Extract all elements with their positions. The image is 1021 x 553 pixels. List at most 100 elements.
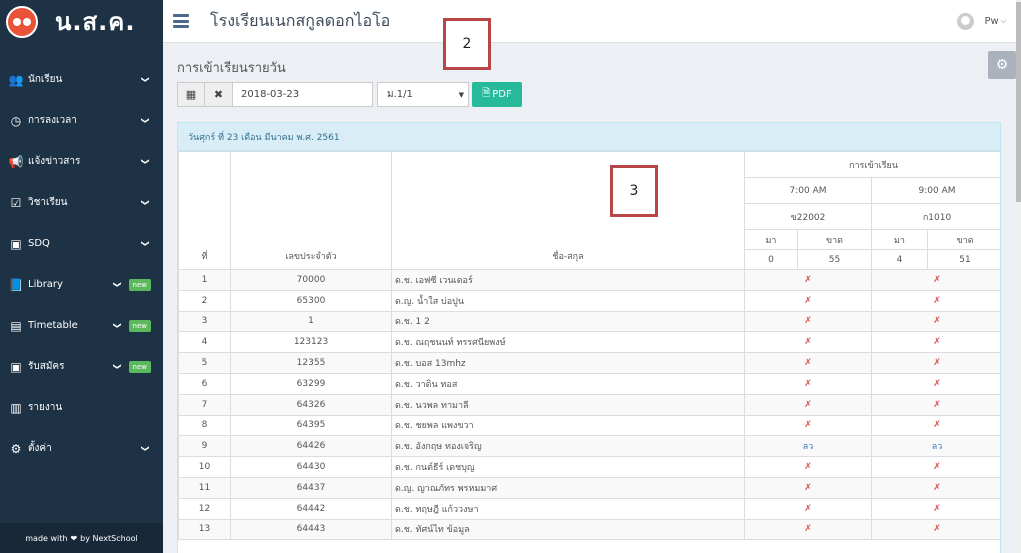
class-select[interactable]: ม.1/1 ▼ — [377, 82, 469, 107]
chevron-down-icon: ❯ — [141, 240, 151, 247]
sidebar-item-bar-chart[interactable]: ▥ รายงาน — [0, 387, 163, 428]
sidebar: น.ส.ค. 👥 นักเรียน ❯ ◷ การลงเวลา ❯ 📢 แจ้งข่าวสาร… — [0, 0, 163, 553]
chevron-down-icon: ❯ — [141, 199, 151, 206]
row-session-mark[interactable]: ✗ — [744, 269, 872, 291]
attendance-panel: วันศุกร์ ที่ 23 เดือน มีนาคม พ.ศ. 2561 ท… — [177, 122, 1001, 553]
row-session-mark[interactable]: ✗ — [744, 456, 872, 478]
timetable-icon: ▤ — [10, 318, 22, 333]
row-no: 9 — [178, 435, 231, 458]
row-student-name: ด.ช. วาดิน ทอส — [391, 372, 745, 395]
row-student-id: 64442 — [230, 497, 392, 520]
row-session-mark[interactable]: ✗ — [870, 497, 1000, 520]
row-no: 3 — [178, 310, 231, 333]
table-row: 12 64442 ด.ช. ทฤษฎี แก้ววงษา ✗ ✗ — [178, 497, 1000, 520]
row-no: 8 — [178, 414, 231, 437]
row-student-id: 64430 — [230, 456, 392, 478]
panel-heading: วันศุกร์ ที่ 23 เดือน มีนาคม พ.ศ. 2561 — [178, 123, 1000, 151]
sidebar-item-book[interactable]: 📘 Library ❯ new — [0, 264, 163, 305]
brand[interactable]: น.ส.ค. — [0, 0, 163, 43]
row-student-name: ด.ช. ทฤษฎี แก้ววงษา — [391, 497, 745, 520]
chevron-down-icon: ❯ — [141, 117, 151, 124]
gears-icon: ⚙ — [10, 441, 22, 456]
row-student-name: ด.ช. ณฤชนนท์ ทรรศนียพงษ์ — [391, 331, 745, 354]
sidebar-item-register[interactable]: ▣ รับสมัคร ❯ new — [0, 346, 163, 387]
row-session-mark[interactable]: ✗ — [744, 372, 872, 395]
user-menu[interactable]: Pw ⌵ — [957, 12, 1006, 30]
row-no: 6 — [178, 372, 231, 395]
row-session-mark[interactable]: ✗ — [870, 518, 1000, 541]
row-no: 7 — [178, 393, 231, 416]
present-count: 4 — [871, 249, 928, 270]
file-pdf-icon: 🗎 — [482, 88, 491, 99]
sidebar-item-label: รายงาน — [28, 402, 63, 413]
row-session-mark[interactable]: ✗ — [744, 414, 872, 437]
sidebar-item-users[interactable]: 👥 นักเรียน ❯ — [0, 59, 163, 100]
row-session-mark[interactable]: ✗ — [870, 289, 1000, 312]
table-row: 7 64326 ด.ช. นวพล ทามาลี ✗ ✗ — [178, 393, 1000, 416]
sidebar-item-bullhorn[interactable]: 📢 แจ้งข่าวสาร ❯ — [0, 141, 163, 182]
calendar-icon: ▦ — [185, 88, 197, 101]
row-no: 10 — [178, 456, 231, 478]
row-session-mark[interactable]: ✗ — [870, 269, 1000, 291]
row-student-id: 64395 — [230, 414, 392, 437]
row-no: 2 — [178, 289, 231, 312]
gear-icon: ⚙ — [995, 57, 1009, 73]
row-session-mark[interactable]: ลว — [744, 435, 872, 458]
new-badge: new — [128, 278, 151, 291]
pdf-button[interactable]: 🗎 PDF — [472, 82, 522, 107]
row-student-id: 1 — [230, 310, 392, 333]
row-student-name: ด.ช. นวพล ทามาลี — [391, 393, 745, 416]
footer-credit: by NextSchool — [80, 533, 138, 543]
row-session-mark[interactable]: ✗ — [744, 497, 872, 520]
row-session-mark[interactable]: ✗ — [744, 476, 872, 499]
row-session-mark[interactable]: ✗ — [870, 372, 1000, 395]
users-icon: 👥 — [8, 72, 24, 87]
row-session-mark[interactable]: ✗ — [744, 289, 872, 312]
row-session-mark[interactable]: ✗ — [744, 331, 872, 354]
row-no: 13 — [178, 518, 231, 541]
absent-label: ขาด — [797, 229, 872, 250]
row-no: 5 — [178, 352, 231, 374]
row-session-mark[interactable]: ✗ — [744, 393, 872, 416]
date-input[interactable]: 2018-03-23 — [233, 82, 373, 107]
owl-logo-icon — [6, 5, 38, 38]
row-student-id: 70000 — [230, 269, 392, 291]
table-row: 9 64426 ด.ช. อังกฤษ ทองเจริญ ลว ลว — [178, 435, 1000, 458]
sidebar-item-label: Timetable — [28, 320, 78, 331]
row-session-mark[interactable]: ✗ — [870, 414, 1000, 437]
scrollbar-thumb[interactable] — [1016, 2, 1021, 202]
sidebar-item-clock[interactable]: ◷ การลงเวลา ❯ — [0, 100, 163, 141]
sidebar-item-timetable[interactable]: ▤ Timetable ❯ new — [0, 305, 163, 346]
session-time: 9:00 AM — [870, 177, 1000, 204]
table-row: 10 64430 ด.ช. กนต์ธีร์ เดชบุญ ✗ ✗ — [178, 456, 1000, 478]
row-session-mark[interactable]: ✗ — [870, 456, 1000, 478]
row-session-mark[interactable]: ลว — [870, 435, 1000, 458]
sidebar-item-gears[interactable]: ⚙ ตั้งค่า ❯ — [0, 428, 163, 469]
row-session-mark[interactable]: ✗ — [870, 476, 1000, 499]
row-session-mark[interactable]: ✗ — [870, 393, 1000, 416]
sidebar-item-label: แจ้งข่าวสาร — [28, 156, 81, 167]
row-session-mark[interactable]: ✗ — [870, 352, 1000, 374]
row-session-mark[interactable]: ✗ — [870, 310, 1000, 333]
sidebar-item-sdq[interactable]: ▣ SDQ ❯ — [0, 223, 163, 264]
calendar-button[interactable]: ▦ — [177, 82, 205, 107]
row-session-mark[interactable]: ✗ — [744, 352, 872, 374]
book-icon: 📘 — [8, 277, 24, 292]
row-session-mark[interactable]: ✗ — [870, 331, 1000, 354]
row-student-name: ด.ญ. น้ำใส บ่อปูน — [391, 289, 745, 312]
table-row: 11 64437 ด.ญ. ญาณภัทร พรหมมาศ ✗ ✗ — [178, 476, 1000, 499]
class-select-value: ม.1/1 — [387, 89, 413, 100]
row-student-id: 64426 — [230, 435, 392, 458]
caret-down-icon: ▼ — [458, 90, 464, 99]
clear-date-button[interactable]: ✖ — [205, 82, 233, 107]
chevron-down-icon: ❯ — [141, 158, 151, 165]
chevron-down-icon: ❯ — [112, 281, 122, 288]
col-header-id: เลขประจำตัว — [230, 151, 392, 270]
row-session-mark[interactable]: ✗ — [744, 310, 872, 333]
sidebar-item-calendar-check[interactable]: ☑ วิชาเรียน ❯ — [0, 182, 163, 223]
row-session-mark[interactable]: ✗ — [744, 518, 872, 541]
menu-toggle-icon[interactable] — [173, 14, 189, 28]
row-student-name: ด.ช. เอฟซี เวนเดอร์ — [391, 269, 745, 291]
settings-button[interactable]: ⚙ — [988, 51, 1016, 79]
page-scrollbar[interactable] — [1016, 0, 1021, 553]
